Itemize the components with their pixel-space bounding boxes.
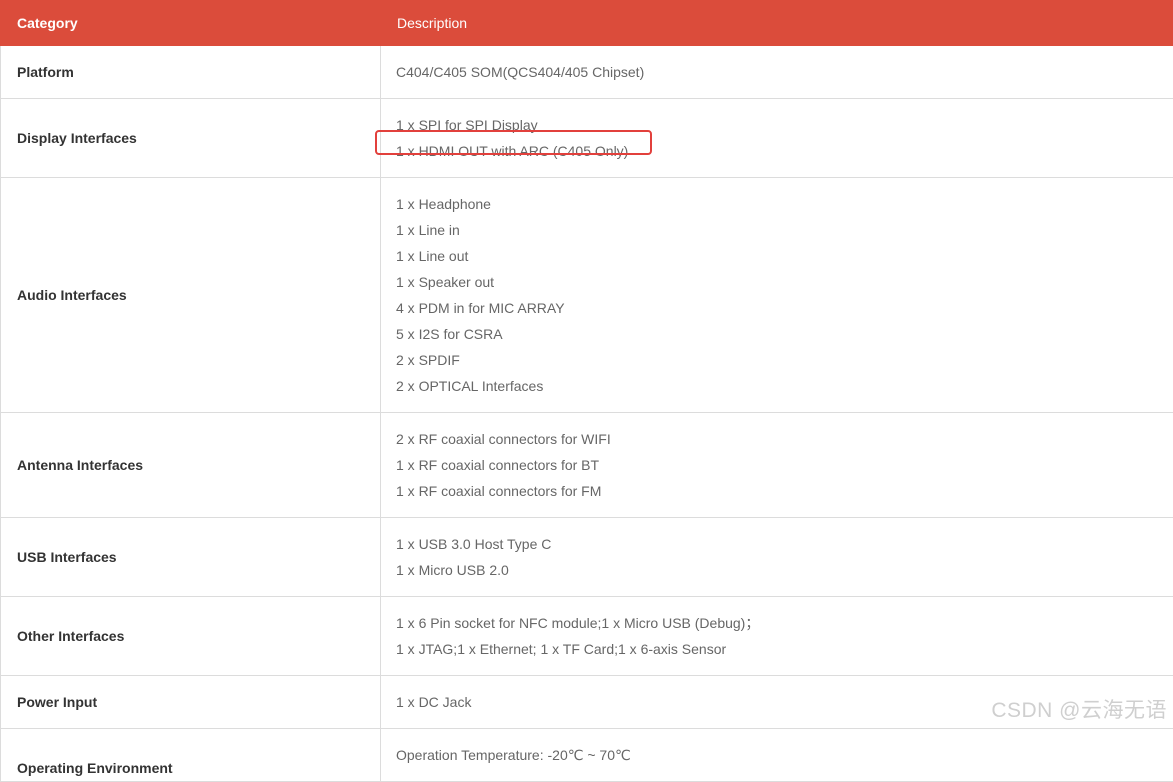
description-line: 1 x JTAG;1 x Ethernet; 1 x TF Card;1 x 6… (396, 636, 1173, 662)
row-category: Operating Environment (1, 729, 381, 782)
row-category: Power Input (1, 676, 381, 729)
table-row: Platform C404/C405 SOM(QCS404/405 Chipse… (1, 46, 1173, 99)
row-category: Other Interfaces (1, 597, 381, 676)
table-row: Operating Environment Operation Temperat… (1, 729, 1173, 782)
description-line: 1 x SPI for SPI Display (396, 112, 1173, 138)
description-line: C404/C405 SOM(QCS404/405 Chipset) (396, 59, 1173, 85)
description-line: 4 x PDM in for MIC ARRAY (396, 295, 1173, 321)
row-description: C404/C405 SOM(QCS404/405 Chipset) (381, 46, 1173, 99)
description-line: 1 x Line in (396, 217, 1173, 243)
table-header-row: Category Description (1, 1, 1173, 46)
row-description: 1 x SPI for SPI Display 1 x HDMI OUT wit… (381, 99, 1173, 178)
description-line: 5 x I2S for CSRA (396, 321, 1173, 347)
row-description: 2 x RF coaxial connectors for WIFI 1 x R… (381, 413, 1173, 518)
description-line: 2 x OPTICAL Interfaces (396, 373, 1173, 399)
header-category: Category (1, 1, 381, 46)
table-row: Antenna Interfaces 2 x RF coaxial connec… (1, 413, 1173, 518)
row-category: Display Interfaces (1, 99, 381, 178)
description-line: 1 x Headphone (396, 191, 1173, 217)
table-row: Audio Interfaces 1 x Headphone 1 x Line … (1, 178, 1173, 413)
description-line: 1 x 6 Pin socket for NFC module;1 x Micr… (396, 610, 1173, 636)
description-line: 2 x RF coaxial connectors for WIFI (396, 426, 1173, 452)
watermark: CSDN @云海无语 (991, 694, 1167, 724)
header-description: Description (381, 1, 1173, 46)
description-line: 1 x RF coaxial connectors for FM (396, 478, 1173, 504)
description-line: 1 x Micro USB 2.0 (396, 557, 1173, 583)
description-line: 1 x USB 3.0 Host Type C (396, 531, 1173, 557)
description-line: Operation Temperature: -20℃ ~ 70℃ (396, 742, 1173, 768)
description-line: 1 x HDMI OUT with ARC (C405 Only) (396, 138, 1173, 164)
description-line: 1 x Line out (396, 243, 1173, 269)
description-line: 1 x RF coaxial connectors for BT (396, 452, 1173, 478)
row-description: 1 x 6 Pin socket for NFC module;1 x Micr… (381, 597, 1173, 676)
table-row: Other Interfaces 1 x 6 Pin socket for NF… (1, 597, 1173, 676)
table-row: USB Interfaces 1 x USB 3.0 Host Type C 1… (1, 518, 1173, 597)
description-line: 1 x Speaker out (396, 269, 1173, 295)
table-row: Display Interfaces 1 x SPI for SPI Displ… (1, 99, 1173, 178)
row-description: 1 x USB 3.0 Host Type C 1 x Micro USB 2.… (381, 518, 1173, 597)
row-description: Operation Temperature: -20℃ ~ 70℃ (381, 729, 1173, 782)
row-category: Antenna Interfaces (1, 413, 381, 518)
spec-table: Category Description Platform C404/C405 … (0, 0, 1173, 782)
row-description: 1 x Headphone 1 x Line in 1 x Line out 1… (381, 178, 1173, 413)
row-category: Platform (1, 46, 381, 99)
row-category: USB Interfaces (1, 518, 381, 597)
description-line: 2 x SPDIF (396, 347, 1173, 373)
row-category: Audio Interfaces (1, 178, 381, 413)
